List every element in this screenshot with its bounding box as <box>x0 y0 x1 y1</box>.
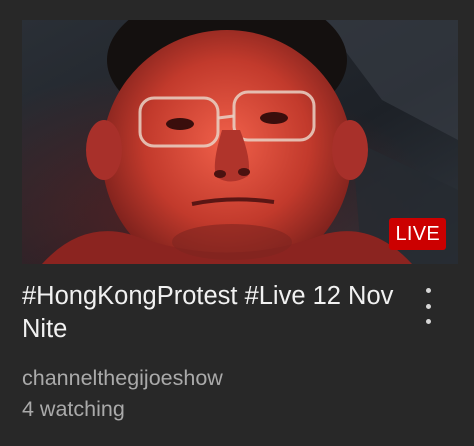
more-vertical-icon[interactable] <box>416 286 440 326</box>
video-title[interactable]: #HongKongProtest #Live 12 Nov Nite <box>22 280 417 346</box>
video-card: LIVE #HongKongProtest #Live 12 Nov Nite … <box>0 0 474 446</box>
menu-dot <box>425 288 431 293</box>
video-thumbnail[interactable]: LIVE <box>22 20 458 264</box>
live-badge: LIVE <box>389 218 446 250</box>
menu-dot <box>425 319 431 324</box>
channel-name[interactable]: channelthegijoeshow <box>22 365 223 391</box>
menu-dot <box>425 303 431 309</box>
viewer-count: 4 watching <box>22 397 125 421</box>
